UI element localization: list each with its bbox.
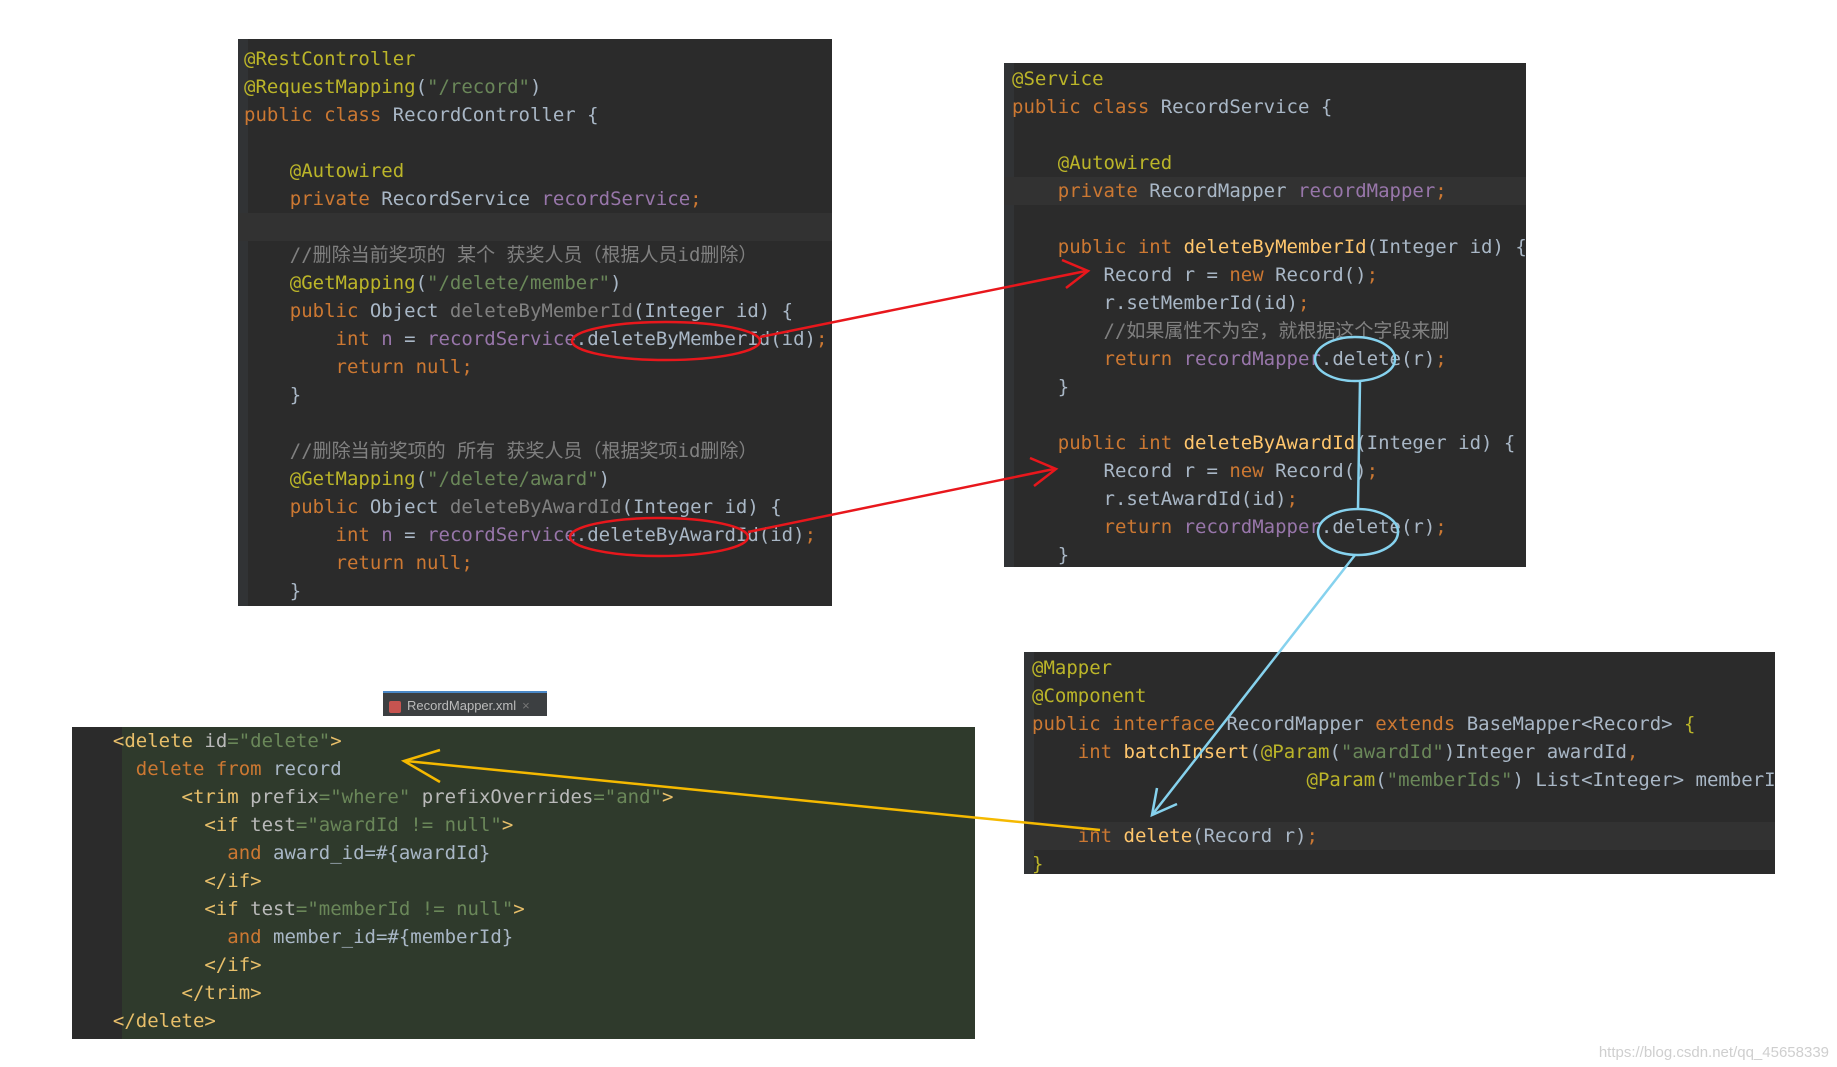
blue-arrow [1151, 554, 1356, 816]
red-arrow-award [747, 467, 1055, 534]
blue-circle-delete-2 [1316, 507, 1400, 557]
yellow-arrow [405, 759, 1101, 832]
red-circle-delete-by-award-id [568, 516, 750, 558]
red-circle-delete-by-member-id [570, 320, 762, 362]
blue-circle-delete-1 [1313, 335, 1397, 383]
yellow-arrowhead [400, 748, 441, 784]
watermark: https://blog.csdn.net/qq_45658339 [1598, 1044, 1829, 1061]
blue-connector [1356, 380, 1362, 510]
annotation-overlay [400, 258, 1400, 832]
red-arrow-member [759, 269, 1087, 339]
